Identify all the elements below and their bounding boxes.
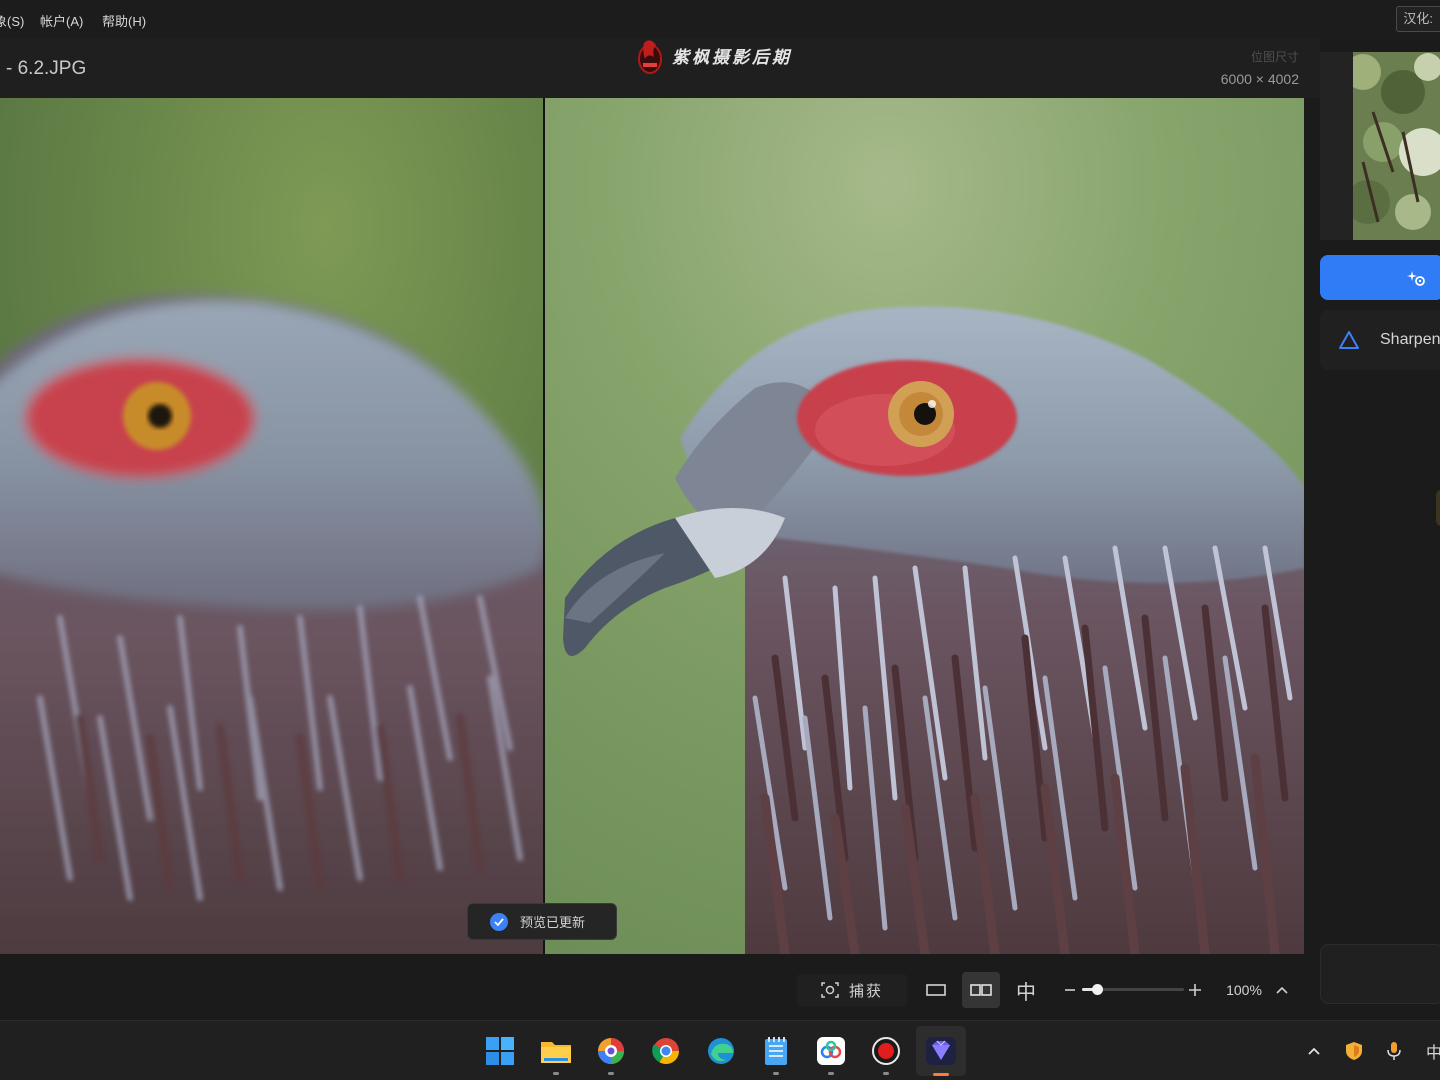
navigator-thumbnail[interactable] xyxy=(1353,52,1440,240)
view-toolbar: 捕获 中 100% xyxy=(0,954,1320,1020)
split-view-button[interactable] xyxy=(962,972,1000,1008)
chevron-up-icon xyxy=(1308,1047,1320,1055)
menu-item-help[interactable]: 帮助(H) xyxy=(102,11,146,30)
image-dimensions-label: 位图尺寸 xyxy=(1250,50,1299,64)
triangle-icon xyxy=(1339,331,1359,349)
original-image-pane[interactable] xyxy=(0,98,543,954)
windows-icon xyxy=(486,1037,514,1065)
taskbar-recorder[interactable] xyxy=(868,1033,904,1075)
folder-icon xyxy=(541,1042,571,1063)
zoom-out-button[interactable] xyxy=(1060,972,1080,1008)
chrome-icon xyxy=(652,1038,679,1064)
taskbar-chrome[interactable] xyxy=(648,1033,684,1069)
taskbar-topaz-app[interactable] xyxy=(916,1026,966,1076)
microphone-icon xyxy=(1387,1042,1401,1060)
menu-bar: 象(S) 帐户(A) 帮助(H) 汉化: xyxy=(0,0,1440,38)
menu-item-account[interactable]: 帐户(A) xyxy=(40,11,83,30)
running-indicator xyxy=(773,1072,779,1075)
file-name: - 6.2.JPG xyxy=(6,58,87,79)
watermark-text: 紫枫摄影后期 xyxy=(672,47,792,68)
taskbar-notepad[interactable] xyxy=(758,1033,794,1075)
tray-security[interactable] xyxy=(1340,1037,1368,1065)
running-indicator xyxy=(608,1072,614,1075)
notepad-icon xyxy=(765,1037,787,1065)
zoom-slider[interactable] xyxy=(1082,984,1184,995)
single-view-icon xyxy=(926,984,946,996)
tray-microphone[interactable] xyxy=(1380,1037,1408,1065)
image-viewer[interactable]: 预览已更新 xyxy=(0,98,1304,954)
toast-message: 预览已更新 xyxy=(520,915,586,930)
zoom-slider-knob[interactable] xyxy=(1092,984,1103,995)
preview-bird-image xyxy=(545,98,1304,954)
plus-icon xyxy=(1189,984,1201,996)
zoom-menu-button[interactable] xyxy=(1272,972,1292,1008)
menu-item-view[interactable]: 象(S) xyxy=(0,11,24,30)
running-indicator xyxy=(553,1072,559,1075)
zoom-value[interactable]: 100% xyxy=(1220,972,1268,1008)
bottom-panel-card[interactable] xyxy=(1320,944,1440,1004)
model-label: Sharpen xyxy=(1380,331,1440,348)
chevron-up-icon xyxy=(1276,986,1288,994)
watermark: 紫枫摄影后期 xyxy=(636,34,792,76)
taskbar-edge[interactable] xyxy=(703,1033,739,1069)
edge-icon xyxy=(708,1038,734,1064)
tray-overflow-button[interactable] xyxy=(1300,1037,1328,1065)
cloud-app-icon xyxy=(817,1037,845,1065)
start-button[interactable] xyxy=(482,1033,518,1069)
color-wheel-icon xyxy=(598,1038,624,1064)
model-card-sharpen[interactable]: Sharpen xyxy=(1320,310,1440,370)
panel-edge-handle[interactable] xyxy=(1436,490,1440,526)
record-icon xyxy=(872,1037,900,1065)
shield-icon xyxy=(1346,1042,1362,1060)
split-view-icon xyxy=(970,984,992,996)
running-indicator xyxy=(883,1072,889,1075)
capture-label: 捕获 xyxy=(848,982,883,1000)
single-view-button[interactable] xyxy=(918,972,954,1008)
localization-button[interactable]: 汉化: xyxy=(1396,6,1440,32)
minus-icon xyxy=(1065,989,1075,991)
original-bird-image xyxy=(0,98,543,954)
enhance-button[interactable] xyxy=(1320,255,1440,300)
watermark-logo xyxy=(638,40,662,74)
navigator xyxy=(1320,52,1440,240)
taskbar-file-explorer[interactable] xyxy=(538,1033,574,1075)
preview-image-pane[interactable] xyxy=(545,98,1304,954)
taskbar-app-colorful[interactable] xyxy=(593,1033,629,1075)
taskbar: 中 xyxy=(0,1020,1440,1080)
right-panel: Sharpen xyxy=(1320,38,1440,1020)
preview-updated-toast: 预览已更新 xyxy=(467,903,617,940)
active-indicator xyxy=(933,1073,949,1076)
zoom-in-button[interactable] xyxy=(1184,972,1206,1008)
capture-button[interactable]: 捕获 xyxy=(797,974,907,1006)
taskbar-cloud-app[interactable] xyxy=(813,1033,849,1075)
running-indicator xyxy=(828,1072,834,1075)
tray-input-method[interactable]: 中 xyxy=(1420,1037,1440,1065)
image-dimensions-value: 6000 × 4002 xyxy=(1220,71,1299,87)
check-icon xyxy=(490,912,508,931)
center-view-button[interactable]: 中 xyxy=(1008,972,1044,1008)
gem-icon xyxy=(926,1037,956,1065)
camera-capture-icon xyxy=(821,982,839,998)
sparkle-gear-icon xyxy=(1407,270,1425,286)
